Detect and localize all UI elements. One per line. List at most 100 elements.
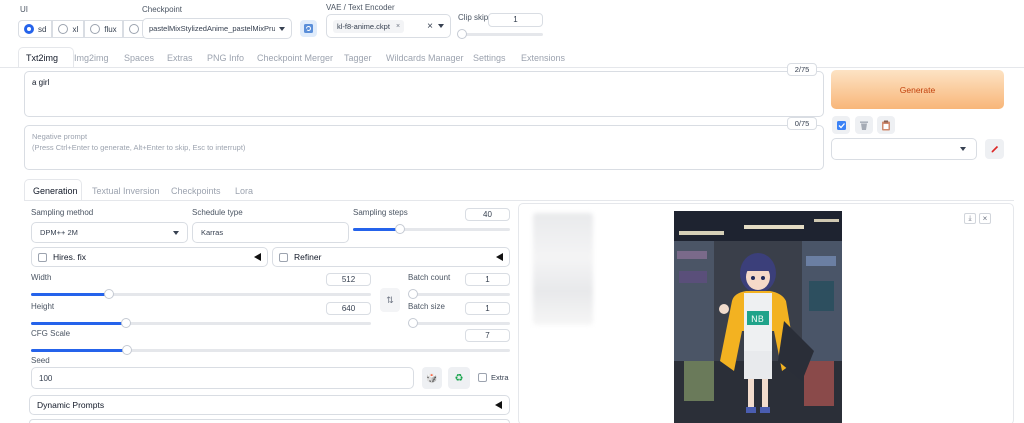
- tab-wildcards-manager[interactable]: Wildcards Manager: [386, 53, 464, 63]
- cfg-scale-label: CFG Scale: [31, 329, 71, 338]
- negative-token-counter: 0/75: [787, 117, 817, 130]
- radio-icon: [128, 24, 139, 34]
- cfg-scale-slider-handle[interactable]: [121, 345, 132, 355]
- reuse-seed-button[interactable]: ♻: [448, 367, 470, 389]
- ui-label: UI: [20, 5, 28, 14]
- close-icon: ×: [982, 214, 988, 223]
- recycle-icon: ♻: [454, 372, 464, 384]
- paste-button[interactable]: [877, 116, 895, 134]
- refiner-checkbox[interactable]: [279, 252, 288, 262]
- clip-skip-slider-handle[interactable]: [457, 29, 467, 39]
- batch-size-input[interactable]: 1: [465, 302, 510, 315]
- height-input[interactable]: 640: [326, 302, 371, 315]
- chevron-down-icon: [279, 26, 285, 31]
- cfg-scale-input[interactable]: 7: [465, 329, 510, 342]
- sampling-method-dropdown[interactable]: DPM++ 2M: [31, 222, 188, 243]
- height-slider-fill: [31, 322, 127, 325]
- refresh-icon: [304, 24, 313, 33]
- clear-icon[interactable]: ×: [427, 21, 433, 32]
- refiner-accordion[interactable]: Refiner: [272, 247, 510, 267]
- tab-extensions[interactable]: Extensions: [521, 53, 565, 63]
- generate-button[interactable]: Generate: [831, 70, 1004, 109]
- generated-image-art: NB: [674, 211, 842, 423]
- width-slider[interactable]: [31, 293, 371, 296]
- download-image-button[interactable]: ⤓: [964, 213, 976, 224]
- vae-selector[interactable]: kl-f8-anime.ckpt × ×: [326, 14, 451, 38]
- sampling-steps-input[interactable]: 40: [465, 208, 510, 221]
- radio-icon: [90, 24, 101, 34]
- schedule-type-dropdown[interactable]: Karras: [192, 222, 349, 243]
- tab-tagger[interactable]: Tagger: [344, 53, 372, 63]
- width-input[interactable]: 512: [326, 273, 371, 286]
- width-label: Width: [31, 273, 52, 282]
- pencil-icon: [990, 145, 998, 153]
- blurred-thumbnail[interactable]: [533, 213, 593, 325]
- swap-dimensions-button[interactable]: ⇅: [380, 288, 400, 312]
- ui-option-sd[interactable]: sd: [18, 20, 53, 38]
- prompt-textarea[interactable]: a girl: [24, 71, 824, 117]
- sampling-steps-slider-fill: [353, 228, 401, 231]
- batch-size-slider[interactable]: [410, 322, 510, 325]
- tab-settings[interactable]: Settings: [473, 53, 506, 63]
- svg-text:NB: NB: [751, 315, 764, 325]
- styles-dropdown[interactable]: [831, 138, 977, 160]
- tab-png-info[interactable]: PNG Info: [207, 53, 244, 63]
- subtab-generation[interactable]: Generation: [33, 186, 78, 196]
- apply-styles-button[interactable]: [832, 116, 850, 134]
- chevron-down-icon[interactable]: [438, 24, 444, 28]
- tab-extras[interactable]: Extras: [167, 53, 193, 63]
- height-slider-handle[interactable]: [121, 318, 132, 328]
- checkpoint-label: Checkpoint: [142, 5, 183, 14]
- seed-label: Seed: [31, 356, 50, 365]
- batch-size-label: Batch size: [408, 302, 445, 311]
- clip-skip-label: Clip skip: [458, 13, 489, 22]
- swap-icon: ⇅: [386, 294, 394, 305]
- batch-count-slider[interactable]: [410, 293, 510, 296]
- remove-chip-icon[interactable]: ×: [396, 23, 400, 30]
- batch-count-input[interactable]: 1: [465, 273, 510, 286]
- random-seed-button[interactable]: 🎲: [422, 367, 442, 389]
- subtab-checkpoints[interactable]: Checkpoints: [171, 186, 221, 196]
- ui-option-xl[interactable]: xl: [52, 20, 85, 38]
- clip-skip-input[interactable]: 1: [488, 13, 543, 27]
- radio-icon: [58, 24, 69, 34]
- height-slider[interactable]: [31, 322, 371, 325]
- subtab-lora[interactable]: Lora: [235, 186, 253, 196]
- chevron-down-icon: [173, 230, 179, 235]
- close-image-button[interactable]: ×: [979, 213, 991, 224]
- edit-styles-button[interactable]: [985, 139, 1004, 159]
- prompt-token-counter: 2/75: [787, 63, 817, 76]
- hires-fix-checkbox[interactable]: [38, 252, 47, 262]
- clip-skip-slider[interactable]: [460, 33, 543, 36]
- sampling-steps-slider-handle[interactable]: [395, 224, 406, 234]
- checkpoint-dropdown[interactable]: pastelMixStylizedAnime_pastelMixPrune: [142, 18, 292, 39]
- refresh-checkpoint-button[interactable]: [300, 20, 317, 37]
- tabs-divider: [0, 67, 1024, 68]
- width-slider-handle[interactable]: [104, 289, 115, 299]
- collapse-arrow-icon: [254, 253, 261, 261]
- dice-icon: 🎲: [426, 372, 438, 383]
- negative-prompt-textarea[interactable]: Negative prompt (Press Ctrl+Enter to gen…: [24, 125, 824, 170]
- sampling-steps-label: Sampling steps: [353, 208, 408, 217]
- collapse-arrow-icon: [496, 253, 503, 261]
- batch-size-slider-handle[interactable]: [408, 318, 418, 328]
- tab-img2img[interactable]: Img2img: [74, 53, 109, 63]
- next-accordion-edge: [29, 419, 510, 423]
- ui-radio-group: sd xl flux all: [18, 20, 157, 38]
- dynamic-prompts-accordion[interactable]: Dynamic Prompts: [29, 395, 510, 415]
- clipboard-icon: [882, 120, 890, 130]
- batch-count-slider-handle[interactable]: [408, 289, 418, 299]
- clear-prompt-button[interactable]: [855, 116, 873, 134]
- sampling-steps-slider[interactable]: [353, 228, 510, 231]
- tab-checkpoint-merger[interactable]: Checkpoint Merger: [257, 53, 333, 63]
- tab-spaces[interactable]: Spaces: [124, 53, 154, 63]
- extra-checkbox[interactable]: [478, 373, 487, 382]
- ui-option-flux[interactable]: flux: [84, 20, 123, 38]
- tab-txt2img[interactable]: Txt2img: [26, 53, 58, 63]
- extra-seed-toggle[interactable]: Extra: [478, 373, 509, 382]
- generated-image[interactable]: NB: [674, 211, 842, 423]
- seed-input[interactable]: 100: [31, 367, 414, 389]
- cfg-scale-slider[interactable]: [31, 349, 510, 352]
- hires-fix-accordion[interactable]: Hires. fix: [31, 247, 268, 267]
- subtab-textual-inversion[interactable]: Textual Inversion: [92, 186, 160, 196]
